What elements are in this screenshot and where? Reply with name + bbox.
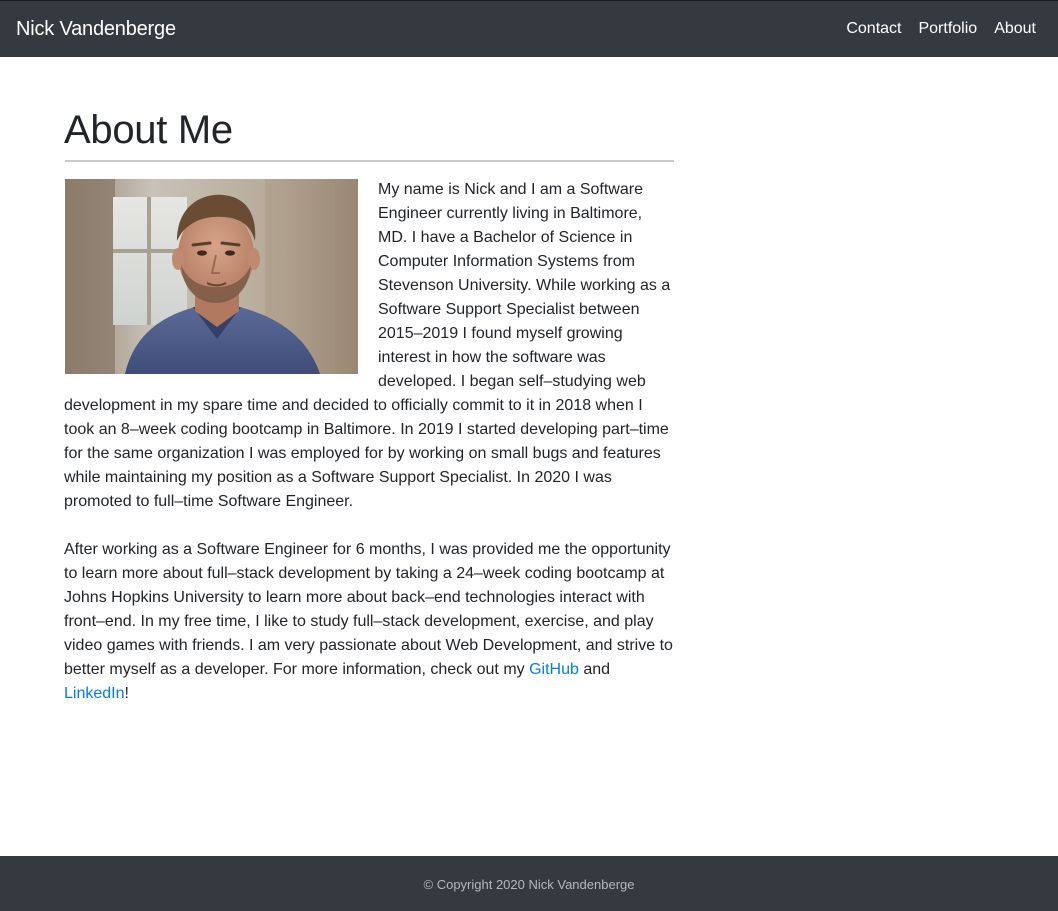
- about-paragraph-2-text: After working as a Software Engineer for…: [64, 541, 673, 678]
- copyright-text: © Copyright 2020 Nick Vandenberge: [423, 877, 635, 892]
- nav-link-portfolio[interactable]: Portfolio: [918, 18, 977, 40]
- linkedin-link[interactable]: LinkedIn: [64, 685, 125, 702]
- exclamation-text: !: [124, 685, 129, 702]
- github-link[interactable]: GitHub: [529, 661, 579, 678]
- page-title: About Me: [64, 108, 233, 152]
- main-content: About Me My name is Nick and I am a Soft…: [64, 106, 674, 706]
- nav-link-about[interactable]: About: [994, 18, 1036, 40]
- title-divider: [65, 160, 674, 162]
- about-paragraph-2: After working as a Software Engineer for…: [64, 538, 674, 706]
- navbar: Nick Vandenberge Contact Portfolio About: [0, 1, 1058, 57]
- nav-link-contact[interactable]: Contact: [846, 18, 901, 40]
- nav-links: Contact Portfolio About: [829, 18, 1036, 40]
- page: Nick Vandenberge Contact Portfolio About…: [0, 0, 1058, 911]
- brand-link[interactable]: Nick Vandenberge: [16, 16, 176, 42]
- portrait-photo: [65, 179, 358, 374]
- footer: © Copyright 2020 Nick Vandenberge: [0, 856, 1058, 911]
- and-text: and: [578, 661, 611, 678]
